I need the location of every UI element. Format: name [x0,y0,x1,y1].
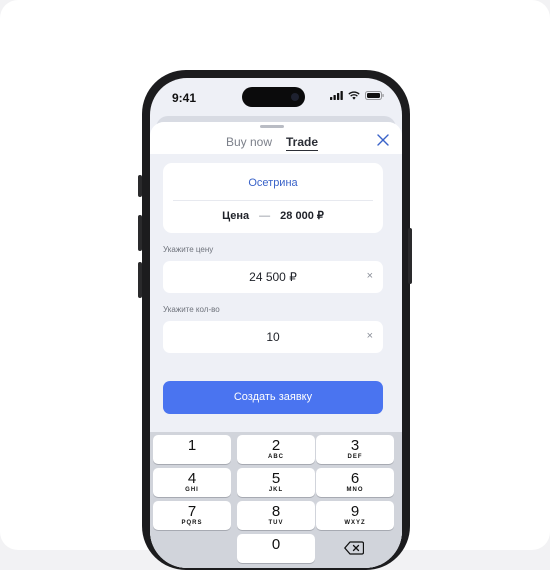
tab-buy-now[interactable]: Buy now [226,135,272,149]
status-time: 9:41 [172,91,197,105]
key-letters: WXYZ [344,520,366,526]
price-field-label: Укажите цену [163,245,214,254]
clear-quantity-icon[interactable]: × [367,330,373,342]
sheet-header: Buy now Trade [150,122,402,154]
quantity-input-value: 10 [266,330,280,344]
product-card: Осетрина Цена — 28 000 ₽ [163,163,383,233]
sheet-grabber[interactable] [260,125,284,128]
key-8[interactable]: 8 TUV [237,501,315,530]
key-digit: 5 [271,470,281,487]
key-digit: 9 [350,503,360,520]
signal-icon [330,91,343,100]
price-input-value: 24 500 ₽ [249,270,297,284]
key-7[interactable]: 7 PQRS [153,501,231,530]
battery-icon [365,91,384,100]
key-3[interactable]: 3 DEF [316,435,394,464]
backspace-icon[interactable] [344,541,364,555]
price-line: Цена — 28 000 ₽ [163,209,383,222]
key-letters: ABC [268,454,284,460]
volume-down-button [138,262,142,298]
key-digit: 6 [350,470,360,487]
power-button [408,228,412,284]
wifi-icon [348,91,360,100]
qty-field-label: Укажите кол-во [163,305,220,314]
price-label: Цена [222,210,250,222]
key-digit: 4 [187,470,197,487]
key-digit: 7 [187,503,197,520]
product-name[interactable]: Осетрина [163,177,383,189]
key-letters: DEF [347,454,363,460]
price-value: 28 000 ₽ [280,210,324,222]
close-icon[interactable] [376,133,390,147]
key-digit: 1 [187,437,197,454]
key-letters: MNO [346,487,364,493]
key-0[interactable]: 0 [237,534,315,563]
tab-trade[interactable]: Trade [286,135,319,151]
key-4[interactable]: 4 GHI [153,468,231,497]
price-separator: — [259,210,271,222]
key-1[interactable]: 1 [153,435,231,464]
phone-screen: 9:41 Buy now Trade Осетрина Цена — 28 00… [150,78,402,568]
clear-price-icon[interactable]: × [367,270,373,282]
key-digit: 3 [350,437,360,454]
card-divider [173,200,373,201]
key-letters: GHI [185,487,199,493]
trade-sheet: Buy now Trade Осетрина Цена — 28 000 ₽ Ука… [150,122,402,568]
key-5[interactable]: 5 JKL [237,468,315,497]
price-input[interactable]: 24 500 ₽ × [163,261,383,293]
action-button [138,175,142,197]
key-6[interactable]: 6 MNO [316,468,394,497]
volume-up-button [138,215,142,251]
key-letters: PQRS [181,520,203,526]
key-2[interactable]: 2 ABC [237,435,315,464]
key-digit: 0 [271,536,281,553]
status-bar: 9:41 [150,78,402,118]
dynamic-island [242,87,305,107]
create-order-button[interactable]: Создать заявку [163,381,383,414]
quantity-input[interactable]: 10 × [163,321,383,353]
key-digit: 2 [271,437,281,454]
key-9[interactable]: 9 WXYZ [316,501,394,530]
key-letters: JKL [268,487,284,493]
numeric-keypad: 1 2 ABC 3 DEF 4 GHI 5 JKL 6 MNO 7 PQRS 8 TUV 9W… [150,432,402,568]
key-digit: 8 [271,503,281,520]
camera-dot [291,93,299,101]
key-letters: TUV [268,520,284,526]
status-icons [330,91,384,100]
